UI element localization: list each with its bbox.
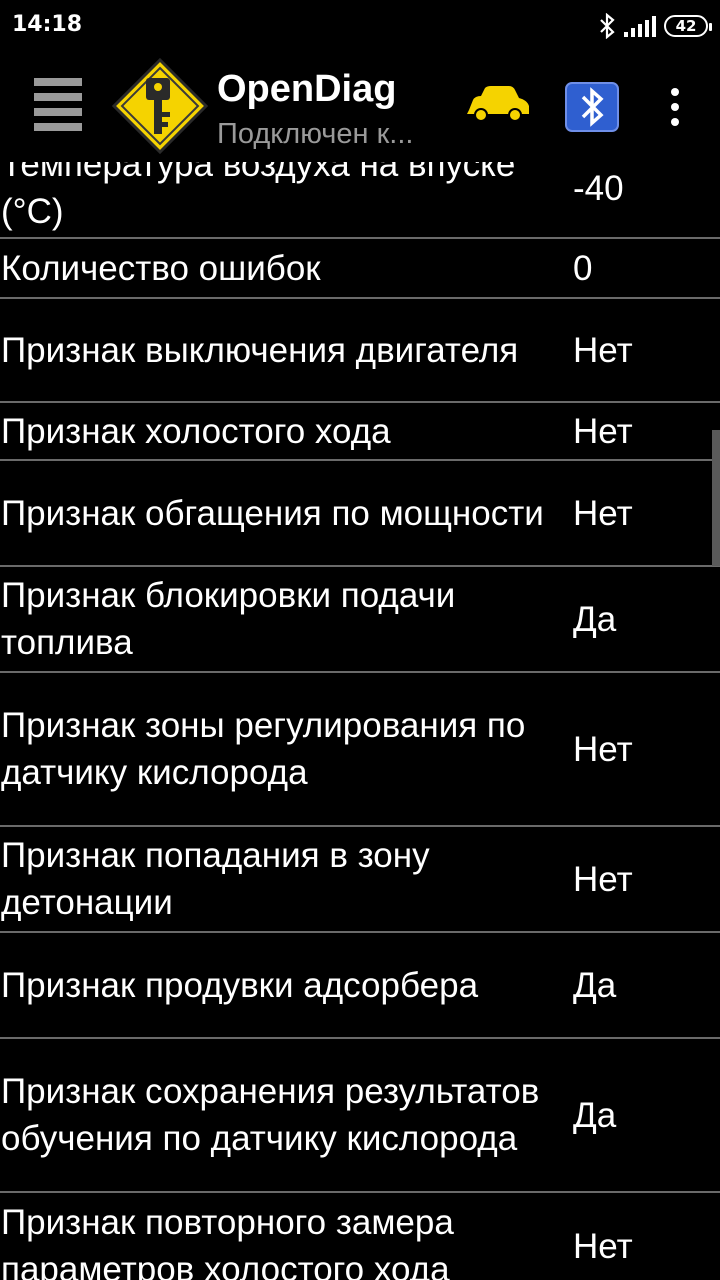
screen: 14:18 42 OpenDiag Подключен к... Темпера… — [0, 0, 720, 1280]
parameter-value: 0 — [573, 248, 593, 288]
list-item[interactable]: Признак повторного замера параметров хол… — [0, 1193, 720, 1280]
parameter-list: Температура воздуха на впуске (°C) -40 К… — [0, 139, 720, 1280]
status-icons: 42 — [598, 12, 712, 40]
parameter-label: Признак повторного замера параметров хол… — [1, 1203, 454, 1280]
bluetooth-elm327-icon[interactable] — [565, 82, 619, 132]
parameter-value: Нет — [573, 859, 633, 899]
parameter-value: Нет — [573, 411, 633, 451]
app-toolbar: OpenDiag Подключен к... — [0, 52, 720, 162]
parameter-value: Нет — [573, 330, 633, 370]
app-key-logo-icon — [111, 57, 209, 155]
list-item[interactable]: Признак обгащения по мощности Нет — [0, 461, 720, 567]
list-item[interactable]: Признак попадания в зону детонации Нет — [0, 827, 720, 933]
parameter-label: Признак зоны регулирования по датчику ки… — [1, 706, 526, 792]
list-item[interactable]: Признак холостого хода Нет — [0, 403, 720, 461]
parameter-label: Признак выключения двигателя — [1, 330, 519, 370]
signal-icon — [624, 15, 656, 37]
car-icon[interactable] — [463, 84, 531, 124]
parameter-label: Признак продувки адсорбера — [1, 965, 479, 1005]
connection-status: Подключен к... — [217, 118, 414, 150]
app-title: OpenDiag — [217, 68, 397, 110]
list-item[interactable]: Признак блокировки подачи топлива Да — [0, 567, 720, 673]
parameter-value: Нет — [573, 1226, 633, 1266]
parameter-value: Нет — [573, 493, 633, 533]
list-item[interactable]: Количество ошибок 0 — [0, 239, 720, 299]
list-item[interactable]: Признак зоны регулирования по датчику ки… — [0, 673, 720, 827]
parameter-value: Нет — [573, 729, 633, 769]
list-item[interactable]: Признак продувки адсорбера Да — [0, 933, 720, 1039]
parameter-label: Признак сохранения результатов обучения … — [1, 1072, 540, 1158]
scrollbar-thumb[interactable] — [712, 430, 720, 566]
parameter-label: Признак блокировки подачи топлива — [1, 576, 456, 662]
parameter-label: Количество ошибок — [1, 248, 321, 288]
parameter-value: Да — [573, 1095, 617, 1135]
parameter-value: Да — [573, 965, 617, 1005]
battery-level: 42 — [675, 17, 697, 35]
list-item[interactable]: Признак выключения двигателя Нет — [0, 299, 720, 403]
status-time: 14:18 — [12, 12, 83, 37]
parameter-value: -40 — [573, 168, 624, 208]
list-item[interactable]: Признак сохранения результатов обучения … — [0, 1039, 720, 1193]
bluetooth-status-icon — [600, 13, 615, 39]
battery-icon: 42 — [664, 15, 712, 37]
menu-icon[interactable] — [34, 78, 82, 131]
parameter-label: Признак попадания в зону детонации — [1, 836, 430, 922]
parameter-label: Признак обгащения по мощности — [1, 493, 544, 533]
more-vert-icon[interactable] — [665, 88, 685, 128]
parameter-value: Да — [573, 599, 617, 639]
parameter-label: Признак холостого хода — [1, 411, 391, 451]
status-bar: 14:18 42 — [0, 0, 720, 52]
